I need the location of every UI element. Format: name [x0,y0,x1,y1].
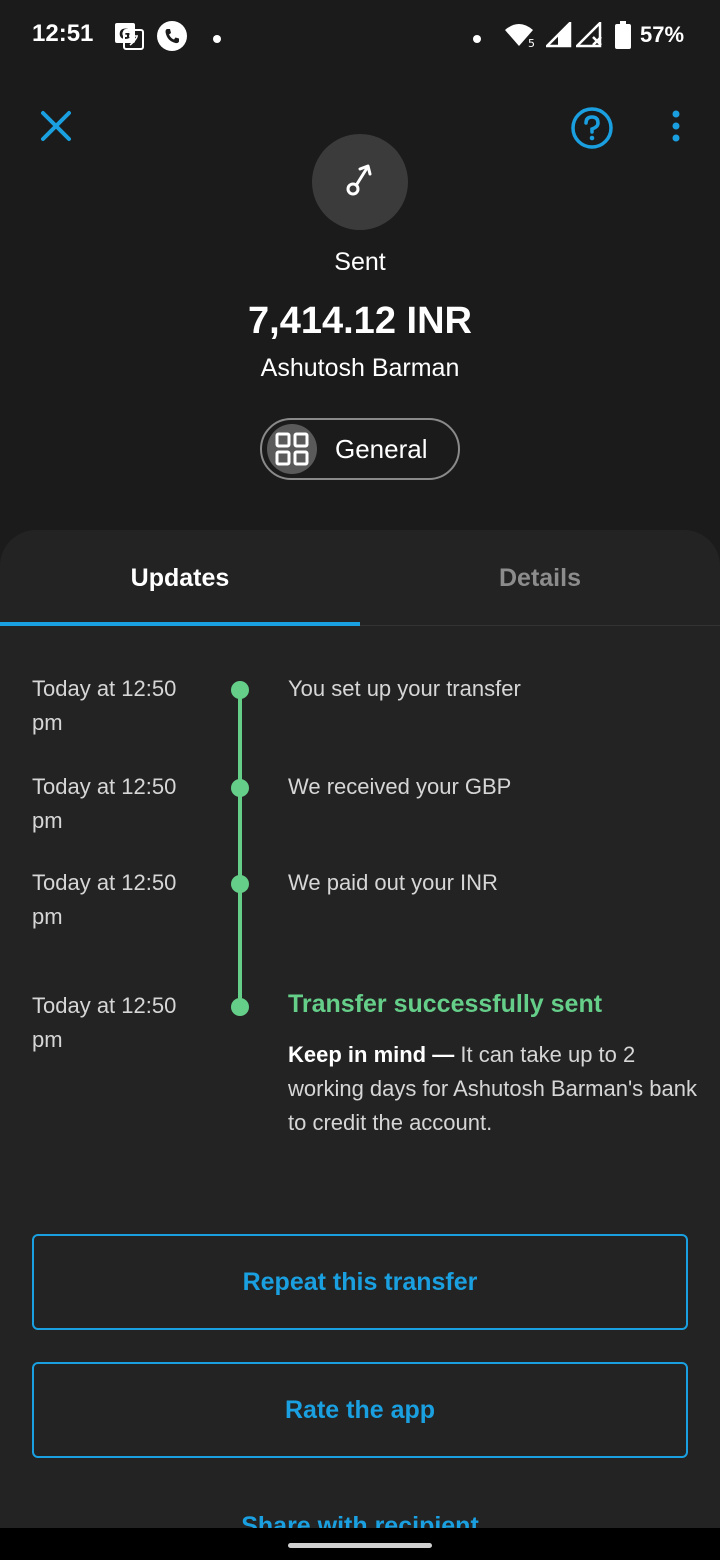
close-button[interactable] [36,106,76,146]
more-options-button[interactable] [662,106,690,150]
note-bold-label: Keep in mind — [288,1042,455,1067]
signal-no-data-icon [573,19,606,53]
sent-arrow-icon [340,160,380,205]
home-handle[interactable] [288,1543,432,1548]
status-time: 12:51 [32,20,94,47]
timeline-time: Today at 12:50 pm [32,774,177,833]
help-icon [570,107,614,154]
wifi-icon: 5 [504,22,538,53]
navigation-bar [0,1528,720,1560]
tab-updates[interactable]: Updates [0,530,360,626]
tab-details[interactable]: Details [360,530,720,626]
active-tab-indicator [0,622,360,626]
tab-bar: Updates Details [0,530,720,626]
phone-call-icon [156,20,188,57]
dot-icon [212,31,222,49]
share-with-recipient-button[interactable]: Share with recipient [0,1512,720,1528]
battery-percentage: 57% [640,22,685,47]
rate-app-button[interactable]: Rate the app [32,1362,688,1458]
timeline-dot [231,681,249,699]
signal-icon [543,19,572,53]
recipient-name: Ashutosh Barman [260,354,460,382]
close-icon [36,111,76,150]
timeline-dot [231,779,249,797]
dot-icon [472,31,482,49]
grid-icon [267,424,317,474]
category-label: General [335,433,428,464]
svg-text:5: 5 [528,37,535,48]
keep-in-mind-note: Keep in mind — It can take up to 2 worki… [288,1038,698,1140]
transfer-amount: 7,414.12 INR [248,300,472,342]
transfer-status-label: Sent [334,248,386,276]
help-button[interactable] [570,106,614,150]
timeline-line [238,690,242,1008]
timeline-time: Today at 12:50 pm [32,870,177,929]
timeline-dot [231,875,249,893]
battery-icon [614,20,632,55]
status-bar: 12:51 G 5 57% [0,0,720,72]
translate-icon: G [114,22,144,55]
timeline-event: We received your GBP [288,774,512,799]
more-vertical-icon [662,110,690,154]
timeline-event: You set up your transfer [288,676,521,701]
repeat-transfer-button[interactable]: Repeat this transfer [32,1234,688,1330]
timeline-time: Today at 12:50 pm [32,993,177,1052]
timeline-event: We paid out your INR [288,870,498,895]
timeline-dot [231,998,249,1016]
sent-avatar [312,134,408,230]
category-chip[interactable]: General [260,418,460,480]
timeline-success-event: Transfer successfully sent [288,990,603,1018]
timeline-time: Today at 12:50 pm [32,676,177,735]
